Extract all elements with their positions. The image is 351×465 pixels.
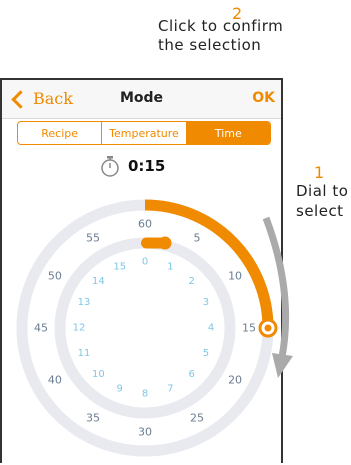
inner-dial-handle bbox=[158, 236, 172, 250]
step-1-number: 1 bbox=[314, 163, 325, 182]
outer-minute-label: 50 bbox=[48, 270, 62, 283]
outer-minute-label: 45 bbox=[34, 322, 48, 335]
inner-second-label: 13 bbox=[78, 297, 91, 308]
inner-second-label: 8 bbox=[142, 389, 148, 400]
inner-second-label: 11 bbox=[78, 348, 91, 359]
curved-arrow-icon bbox=[262, 216, 293, 378]
inner-second-label: 2 bbox=[188, 276, 194, 287]
inner-second-label: 1 bbox=[167, 262, 173, 273]
outer-minute-label: 40 bbox=[48, 374, 62, 387]
outer-minute-label: 60 bbox=[138, 218, 152, 231]
outer-minute-label: 20 bbox=[228, 374, 242, 387]
inner-second-label: 6 bbox=[188, 369, 194, 380]
inner-second-label: 7 bbox=[167, 383, 173, 394]
inner-second-label: 14 bbox=[92, 276, 105, 287]
inner-second-label: 15 bbox=[113, 262, 126, 273]
time-dial[interactable]: 605101520253035404550550 1234567891011121… bbox=[2, 80, 281, 465]
inner-second-label: 9 bbox=[117, 383, 123, 394]
outer-minute-label: 10 bbox=[228, 270, 242, 283]
outer-minute-label: 35 bbox=[86, 412, 100, 425]
inner-track bbox=[54, 237, 236, 419]
inner-second-label: 10 bbox=[92, 369, 105, 380]
inner-second-label: 0 bbox=[142, 257, 148, 268]
inner-second-label: 4 bbox=[208, 323, 214, 334]
outer-minute-label: 15 bbox=[242, 322, 256, 335]
step-2-text-line2: the selection bbox=[158, 36, 262, 54]
phone-screen: Back Mode OK Recipe Temperature Time 0:1… bbox=[0, 78, 283, 463]
outer-minute-label: 55 bbox=[86, 231, 100, 244]
inner-second-label: 12 bbox=[73, 323, 86, 334]
step-1-text-line1: Dial to bbox=[296, 182, 349, 200]
outer-minute-label: 30 bbox=[138, 426, 152, 439]
inner-second-label: 5 bbox=[203, 348, 209, 359]
step-2-text-line1: Click to confirm bbox=[158, 17, 284, 35]
step-1-text-line2: select bbox=[296, 202, 344, 220]
outer-minute-label: 25 bbox=[190, 412, 204, 425]
outer-minute-label: 5 bbox=[194, 231, 201, 244]
inner-second-label: 3 bbox=[203, 297, 209, 308]
